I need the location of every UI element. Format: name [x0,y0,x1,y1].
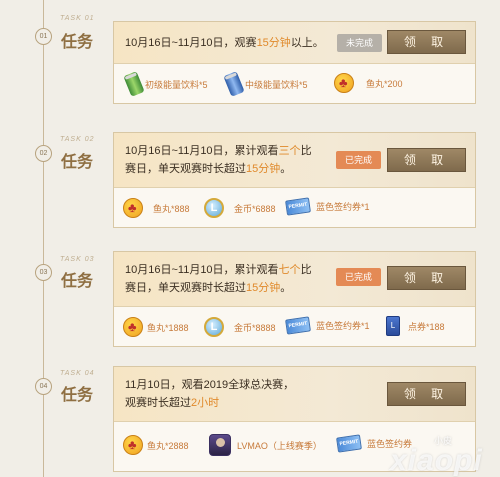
blue-energy-drink-icon [223,71,245,97]
task-card-header: 10月16日~11月10日，累计观看七个比 赛日，单天观赛时长超过15分钟。 已… [114,252,475,307]
reward-label: 中级能量饮料*5 [245,79,308,90]
reward-list: 鱼丸*1888 L 金币*8888 PERMIT 蓝色签约券*1 L 点券*18… [114,307,475,347]
reward-item: 鱼丸*888 [123,198,190,218]
fishball-icon [123,198,143,218]
reward-item: 初级能量饮料*5 [123,71,208,97]
reward-item: L 金币*6888 [204,198,276,218]
claim-button[interactable]: 领 取 [387,266,466,290]
avatar-icon [209,434,231,456]
reward-label: 点券*188 [408,321,445,332]
reward-item: PERMIT 蓝色签约券*1 [285,197,370,216]
status-badge: 已完成 [336,268,381,286]
reward-label: 鱼丸*200 [366,78,403,89]
task-number-badge: 01 [35,28,52,45]
reward-label: 鱼丸*888 [153,203,190,214]
fishball-icon [334,73,354,93]
claim-button[interactable]: 领 取 [387,382,466,406]
blue-ticket-icon: PERMIT [285,197,311,216]
reward-label: 鱼丸*2888 [147,440,189,451]
green-energy-drink-icon [123,71,145,97]
reward-label: 金币*8888 [234,322,276,333]
reward-label: 蓝色签约券*1 [316,202,370,212]
reward-label: 蓝色签约券*1 [316,321,370,331]
task-english-label: TASK 01 [60,15,95,22]
reward-item: 中级能量饮料*5 [223,71,308,97]
reward-item: 鱼丸*2888 [123,435,189,455]
reward-item: PERMIT 蓝色签约券*1 [285,316,370,335]
point-voucher-icon: L [386,316,400,336]
reward-item: 鱼丸*200 [334,73,403,93]
watermark-small-text: 小皮 [434,436,453,446]
task-title: 任务 [61,34,94,51]
task-number-badge: 04 [35,378,52,395]
task-english-label: TASK 04 [60,370,95,377]
fishball-icon [123,435,143,455]
task-description: 11月10日，观看2019全球总决赛， 观赛时长超过2小时 [125,379,295,409]
xiaopi-watermark-logo: xiaopi 小皮 [382,436,492,477]
task-card: 10月16日~11月10日，累计观看三个比 赛日，单天观赛时长超过15分钟。 已… [113,132,476,228]
task-english-label: TASK 03 [60,256,95,263]
task-description: 10月16日~11月10日，累计观看三个比 赛日，单天观赛时长超过15分钟。 [125,145,312,175]
task-card-header: 10月16日~11月10日，观赛15分钟以上。 未完成 领 取 [114,22,475,64]
reward-label: LVMAO（上线赛季） [237,440,322,451]
task-number-badge: 03 [35,264,52,281]
claim-button[interactable]: 领 取 [387,30,466,54]
task-title: 任务 [61,154,94,171]
task-card-header: 10月16日~11月10日，累计观看三个比 赛日，单天观赛时长超过15分钟。 已… [114,133,475,188]
blue-ticket-icon: PERMIT [336,434,362,453]
claim-button[interactable]: 领 取 [387,148,466,172]
watermark-text: xiaopi [390,444,483,477]
reward-item: LVMAO（上线赛季） [209,434,322,456]
task-description: 10月16日~11月10日，观赛15分钟以上。 [125,37,324,49]
reward-label: 鱼丸*1888 [147,322,189,333]
gold-coin-icon: L [204,198,224,218]
task-card: 10月16日~11月10日，累计观看七个比 赛日，单天观赛时长超过15分钟。 已… [113,251,476,347]
blue-ticket-icon: PERMIT [285,316,311,335]
fishball-icon [123,317,143,337]
timeline-line [43,0,44,477]
reward-list: 初级能量饮料*5 中级能量饮料*5 鱼丸*200 [114,64,475,104]
task-description: 10月16日~11月10日，累计观看七个比 赛日，单天观赛时长超过15分钟。 [125,264,312,294]
task-title: 任务 [61,273,94,290]
reward-label: 金币*6888 [234,203,276,214]
task-english-label: TASK 02 [60,136,95,143]
gold-coin-icon: L [204,317,224,337]
reward-label: 初级能量饮料*5 [145,79,208,90]
reward-item: L 金币*8888 [204,317,276,337]
status-badge: 已完成 [336,151,381,169]
task-card-header: 11月10日，观看2019全球总决赛， 观赛时长超过2小时 领 取 [114,367,475,422]
reward-item: L 点券*188 [386,316,445,336]
status-badge: 未完成 [337,34,382,52]
task-card: 10月16日~11月10日，观赛15分钟以上。 未完成 领 取 初级能量饮料*5… [113,21,476,104]
reward-list: 鱼丸*888 L 金币*6888 PERMIT 蓝色签约券*1 [114,188,475,228]
reward-item: 鱼丸*1888 [123,317,189,337]
task-number-badge: 02 [35,145,52,162]
task-title: 任务 [61,387,94,404]
